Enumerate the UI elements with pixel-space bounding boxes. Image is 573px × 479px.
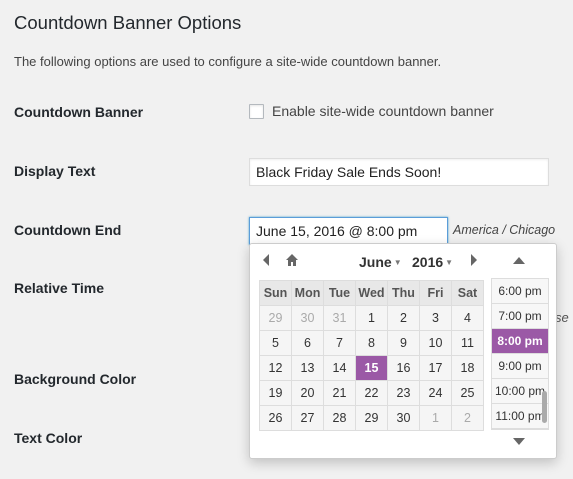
weekday-header: Wed	[355, 280, 388, 306]
calendar-day[interactable]: 3	[419, 305, 452, 331]
home-icon[interactable]	[285, 253, 299, 270]
calendar-day[interactable]: 24	[419, 380, 452, 406]
countdown-end-input[interactable]: June 15, 2016 @ 8:00 pm	[249, 217, 448, 245]
calendar-day[interactable]: 10	[419, 330, 452, 356]
calendar-day[interactable]: 14	[323, 355, 356, 381]
calendar-day[interactable]: 2	[451, 405, 484, 431]
time-option[interactable]: 7:00 pm	[492, 304, 548, 329]
time-option[interactable]: 9:00 pm	[492, 354, 548, 379]
display-text-input[interactable]: Black Friday Sale Ends Soon!	[249, 158, 549, 186]
text-color-label: Text Color	[14, 430, 83, 446]
time-option[interactable]: 10:00 pm	[492, 379, 548, 404]
calendar-day[interactable]: 19	[259, 380, 292, 406]
weekday-header: Mon	[291, 280, 324, 306]
calendar-day[interactable]: 20	[291, 380, 324, 406]
calendar-day[interactable]: 1	[419, 405, 452, 431]
countdown-end-label: Countdown End	[14, 222, 122, 238]
calendar-day[interactable]: 9	[387, 330, 420, 356]
calendar-day[interactable]: 7	[323, 330, 356, 356]
time-option[interactable]: 11:00 pm	[492, 404, 548, 429]
page-title: Countdown Banner Options	[14, 12, 242, 33]
calendar-week-row: 12 13 14 15 16 17 18	[259, 355, 484, 381]
month-select[interactable]: June ▼	[359, 254, 402, 270]
time-list-scrollbar[interactable]	[542, 391, 547, 423]
calendar-day[interactable]: 6	[291, 330, 324, 356]
calendar-week-row: 26 27 28 29 30 1 2	[259, 405, 484, 431]
time-option-selected[interactable]: 8:00 pm	[492, 329, 548, 354]
calendar-day-selected[interactable]: 15	[355, 355, 388, 381]
calendar-day[interactable]: 29	[355, 405, 388, 431]
relative-time-label: Relative Time	[14, 280, 105, 296]
datetime-picker: June ▼ 2016 ▼ Sun Mon Tue Wed Thu Fri Sat 29 30 31…	[249, 243, 557, 459]
enable-banner-checkbox-label[interactable]: Enable site-wide countdown banner	[272, 103, 494, 119]
chevron-right-icon[interactable]	[469, 253, 479, 270]
background-color-label: Background Color	[14, 371, 137, 387]
calendar-day[interactable]: 28	[323, 405, 356, 431]
time-scroll-down-icon[interactable]	[512, 437, 526, 449]
calendar-grid: Sun Mon Tue Wed Thu Fri Sat 29 30 31 1 2 3 4 5 6 7 8 9 10 1…	[259, 280, 484, 431]
calendar-day[interactable]: 21	[323, 380, 356, 406]
calendar-day[interactable]: 18	[451, 355, 484, 381]
relative-time-description: se	[555, 310, 569, 325]
chevron-left-icon[interactable]	[261, 253, 271, 270]
weekday-header: Sun	[259, 280, 292, 306]
calendar-day[interactable]: 5	[259, 330, 292, 356]
calendar-day[interactable]: 4	[451, 305, 484, 331]
calendar-day[interactable]: 11	[451, 330, 484, 356]
display-text-label: Display Text	[14, 163, 96, 179]
enable-banner-checkbox[interactable]	[249, 104, 264, 119]
calendar-day[interactable]: 31	[323, 305, 356, 331]
calendar-week-row: 5 6 7 8 9 10 11	[259, 330, 484, 356]
calendar-day[interactable]: 1	[355, 305, 388, 331]
time-scroll-up-icon[interactable]	[512, 256, 526, 268]
timezone-label: America / Chicago	[453, 223, 556, 237]
weekday-header: Fri	[419, 280, 452, 306]
weekday-header: Tue	[323, 280, 356, 306]
time-list: 6:00 pm 7:00 pm 8:00 pm 9:00 pm 10:00 pm 11:0…	[491, 278, 549, 430]
calendar-day[interactable]: 30	[291, 305, 324, 331]
weekday-header: Thu	[387, 280, 420, 306]
page-intro: The following options are used to config…	[14, 54, 442, 69]
calendar-day[interactable]: 12	[259, 355, 292, 381]
calendar-day[interactable]: 16	[387, 355, 420, 381]
time-option[interactable]: 6:00 pm	[492, 279, 548, 304]
calendar-day[interactable]: 22	[355, 380, 388, 406]
countdown-banner-label: Countdown Banner	[14, 104, 144, 120]
calendar-day[interactable]: 2	[387, 305, 420, 331]
calendar-day[interactable]: 25	[451, 380, 484, 406]
calendar-day[interactable]: 29	[259, 305, 292, 331]
calendar-day[interactable]: 30	[387, 405, 420, 431]
calendar-day[interactable]: 26	[259, 405, 292, 431]
calendar-week-row: 19 20 21 22 23 24 25	[259, 380, 484, 406]
calendar-day[interactable]: 17	[419, 355, 452, 381]
calendar-day[interactable]: 23	[387, 380, 420, 406]
calendar-day[interactable]: 8	[355, 330, 388, 356]
calendar-week-row: 29 30 31 1 2 3 4	[259, 305, 484, 331]
year-select[interactable]: 2016 ▼	[412, 254, 453, 270]
calendar-day[interactable]: 27	[291, 405, 324, 431]
calendar-day[interactable]: 13	[291, 355, 324, 381]
weekday-header: Sat	[451, 280, 484, 306]
